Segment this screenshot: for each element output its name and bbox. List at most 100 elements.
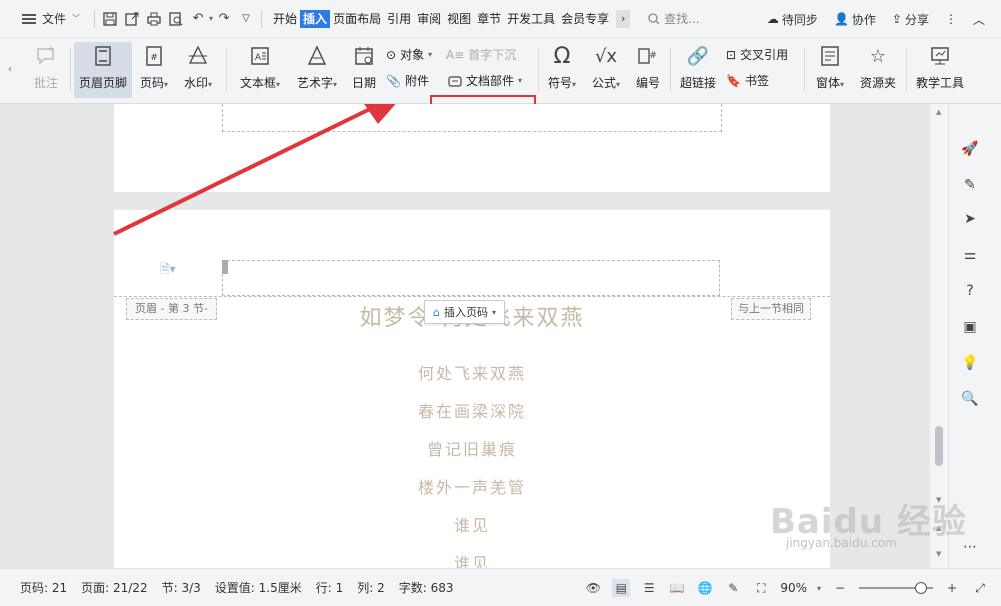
share-button[interactable]: ⇪ 分享 <box>892 11 929 28</box>
formula-label: 公式 <box>591 76 616 90</box>
status-page[interactable]: 页面: 21/22 <box>81 579 147 596</box>
doc-parts-label: 文档部件 <box>466 74 515 88</box>
more-menu-icon[interactable]: ⋮ <box>945 12 957 26</box>
share-label: 分享 <box>904 12 929 27</box>
status-row[interactable]: 行: 1 <box>316 579 344 596</box>
svg-text:A: A <box>255 53 262 63</box>
wordart-button[interactable]: 艺术字▾ <box>292 42 342 98</box>
image-icon[interactable]: ▣ <box>959 316 981 338</box>
tab-member[interactable]: 会员专享 <box>558 10 612 28</box>
collab-button[interactable]: 👤 协作 <box>834 11 876 28</box>
status-setting[interactable]: 设置值: 1.5厘米 <box>215 579 302 596</box>
numbering-button[interactable]: # 编号 <box>632 42 664 98</box>
scroll-left-icon[interactable]: ‹ <box>8 64 12 75</box>
date-label: 日期 <box>351 76 376 90</box>
collapse-ribbon-icon[interactable]: ︿ <box>973 11 985 28</box>
lightbulb-icon[interactable]: 💡 <box>959 352 981 374</box>
cursor-icon[interactable]: ➤ <box>959 208 981 230</box>
tab-review[interactable]: 审阅 <box>414 10 444 28</box>
date-button[interactable]: 日期 <box>348 42 380 98</box>
zoom-level[interactable]: 90% <box>780 581 807 595</box>
header-footer-button[interactable]: 页眉页脚 <box>74 42 132 98</box>
zoom-in-icon[interactable]: + <box>943 579 961 597</box>
next-page-icon[interactable]: ▼ <box>936 550 941 558</box>
tab-references[interactable]: 引用 <box>384 10 414 28</box>
textbox-icon: A <box>246 42 274 70</box>
print-icon[interactable] <box>143 8 165 30</box>
outline-view-icon[interactable]: ☰ <box>640 579 658 597</box>
cross-ref-button[interactable]: ⊡ 交叉引用 <box>726 46 788 63</box>
formula-button[interactable]: √x 公式▾ <box>588 42 624 98</box>
teaching-tools-button[interactable]: 教学工具 <box>912 42 968 98</box>
tab-insert[interactable]: 插入 <box>300 9 331 28</box>
symbol-button[interactable]: Ω 符号▾ <box>544 42 580 98</box>
sync-label: 待同步 <box>781 12 818 27</box>
pen-icon[interactable]: ✎ <box>959 174 981 196</box>
chevron-right-icon[interactable]: › <box>616 9 631 28</box>
help-icon[interactable]: ? <box>959 280 981 302</box>
tab-section[interactable]: 章节 <box>474 10 504 28</box>
zoom-out-icon[interactable]: − <box>831 579 849 597</box>
undo-icon[interactable]: ↶ <box>187 8 209 30</box>
form-icon <box>816 42 844 70</box>
book-search-icon[interactable]: 🔍 <box>959 388 981 410</box>
page-view-icon[interactable]: ▤ <box>612 579 631 597</box>
tab-developer[interactable]: 开发工具 <box>504 10 558 28</box>
reading-view-icon[interactable]: 📖 <box>668 579 686 597</box>
teaching-label: 教学工具 <box>915 76 964 90</box>
hyperlink-button[interactable]: 🔗 超链接 <box>678 42 718 98</box>
file-menu[interactable]: 文件 ﹀ <box>0 0 90 38</box>
sync-button[interactable]: ☁ 待同步 <box>767 11 818 28</box>
watermark-button[interactable]: 水印▾ <box>180 42 216 98</box>
fit-page-icon[interactable]: ⛶ <box>752 579 770 597</box>
status-column[interactable]: 列: 2 <box>357 579 385 596</box>
comment-button[interactable]: 批注 <box>28 42 64 98</box>
tab-page-layout[interactable]: 页面布局 <box>330 10 384 28</box>
doc-parts-icon <box>448 75 462 87</box>
paperclip-icon: 📎 <box>386 73 401 88</box>
status-page-number[interactable]: 页码: 21 <box>20 579 67 596</box>
teaching-icon <box>926 42 954 70</box>
export-icon[interactable] <box>121 8 143 30</box>
scroll-up-icon[interactable]: ▲ <box>936 108 941 116</box>
comment-label: 批注 <box>33 76 58 90</box>
pen-mode-icon[interactable]: ✎ <box>724 579 742 597</box>
scroll-thumb[interactable] <box>935 426 943 466</box>
drop-cap-button[interactable]: A≡ 首字下沉 <box>446 46 516 63</box>
tab-home[interactable]: 开始 <box>270 10 300 28</box>
redo-icon[interactable]: ↷ <box>213 8 235 30</box>
print-preview-icon[interactable] <box>165 8 187 30</box>
sliders-icon[interactable]: ⚌ <box>959 244 981 266</box>
formula-icon: √x <box>594 45 618 67</box>
form-button[interactable]: 窗体▾ <box>812 42 848 98</box>
page-number-icon: # <box>140 42 168 70</box>
eye-icon[interactable]: 👁 <box>584 579 602 597</box>
user-icon: 👤 <box>833 12 849 26</box>
hyperlink-label: 超链接 <box>679 76 716 90</box>
customize-icon[interactable]: ▽ <box>235 8 257 30</box>
rocket-icon[interactable]: 🚀 <box>959 138 981 160</box>
status-section[interactable]: 节: 3/3 <box>162 579 201 596</box>
hamburger-icon <box>22 13 36 24</box>
page-number-button[interactable]: # 页码▾ <box>136 42 172 98</box>
doc-parts-button[interactable]: 文档部件 ▾ <box>448 72 522 89</box>
fullscreen-icon[interactable]: ⤢ <box>971 579 989 597</box>
wordart-icon <box>303 42 331 70</box>
zoom-slider[interactable] <box>859 582 933 594</box>
bookmark-button[interactable]: 🔖 书签 <box>726 72 769 89</box>
search-box[interactable]: 查找... <box>648 10 700 27</box>
resources-button[interactable]: ☆ 资源夹 <box>856 42 900 98</box>
tab-view[interactable]: 视图 <box>444 10 474 28</box>
web-view-icon[interactable]: 🌐 <box>696 579 714 597</box>
object-button[interactable]: ⊙ 对象 ▾ <box>386 46 432 63</box>
file-label: 文件 <box>42 12 67 26</box>
page-number-label: 页码 <box>139 76 164 90</box>
comment-icon <box>32 42 60 70</box>
zoom-knob[interactable] <box>915 582 927 594</box>
attachment-button[interactable]: 📎 附件 <box>386 72 429 89</box>
cloud-icon: ☁ <box>766 12 779 26</box>
textbox-button[interactable]: A 文本框▾ <box>236 42 284 98</box>
status-word-count[interactable]: 字数: 683 <box>399 579 454 596</box>
save-icon[interactable] <box>99 8 121 30</box>
drop-cap-label: 首字下沉 <box>468 48 517 62</box>
